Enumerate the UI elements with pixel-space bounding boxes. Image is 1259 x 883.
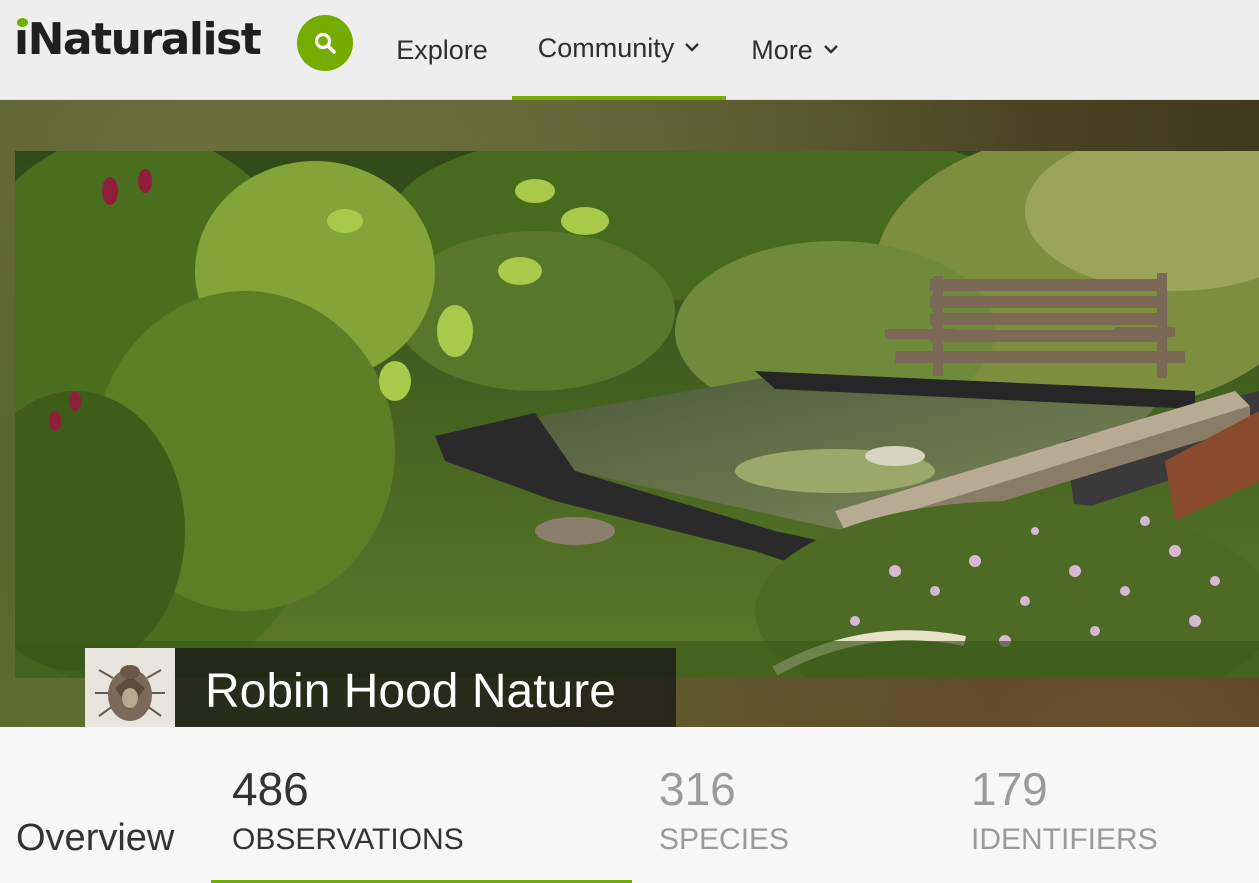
tab-species[interactable]: 316 SPECIES (638, 727, 938, 883)
species-count: 316 (659, 763, 736, 815)
overview-heading: Overview (16, 817, 175, 859)
project-header-background: Robin Hood Nature (0, 100, 1259, 727)
logo-text: Naturalist (27, 14, 262, 65)
top-navigation: ıNaturalist Explore Community More (0, 0, 1259, 100)
observations-label: OBSERVATIONS (232, 823, 464, 856)
identifiers-count: 179 (971, 763, 1048, 815)
tab-identifiers[interactable]: 179 IDENTIFIERS (950, 727, 1250, 883)
project-title: Robin Hood Nature (205, 665, 616, 718)
chevron-down-icon (685, 43, 700, 52)
nav-more[interactable]: More (734, 0, 856, 100)
garden-pond-photo (15, 151, 1259, 678)
species-label: SPECIES (659, 823, 790, 856)
nav-community-label: Community (537, 32, 675, 63)
project-title-bar: Robin Hood Nature (85, 648, 676, 727)
project-icon[interactable] (85, 648, 175, 727)
inaturalist-logo[interactable]: ıNaturalist (14, 14, 262, 66)
observations-count: 486 (232, 763, 309, 815)
nav-explore[interactable]: Explore (380, 0, 504, 100)
identifiers-label: IDENTIFIERS (971, 823, 1158, 856)
chevron-down-icon (823, 45, 838, 54)
project-stats-bar: Overview 486 OBSERVATIONS 316 SPECIES 17… (0, 727, 1259, 883)
tab-observations[interactable]: 486 OBSERVATIONS (211, 727, 632, 883)
nav-more-label: More (751, 34, 813, 65)
nav-community[interactable]: Community (512, 0, 726, 100)
project-cover-image (15, 151, 1259, 678)
nav-explore-label: Explore (396, 34, 488, 65)
stink-bug-icon (85, 648, 175, 727)
search-icon (314, 32, 336, 54)
search-button[interactable] (297, 15, 353, 71)
